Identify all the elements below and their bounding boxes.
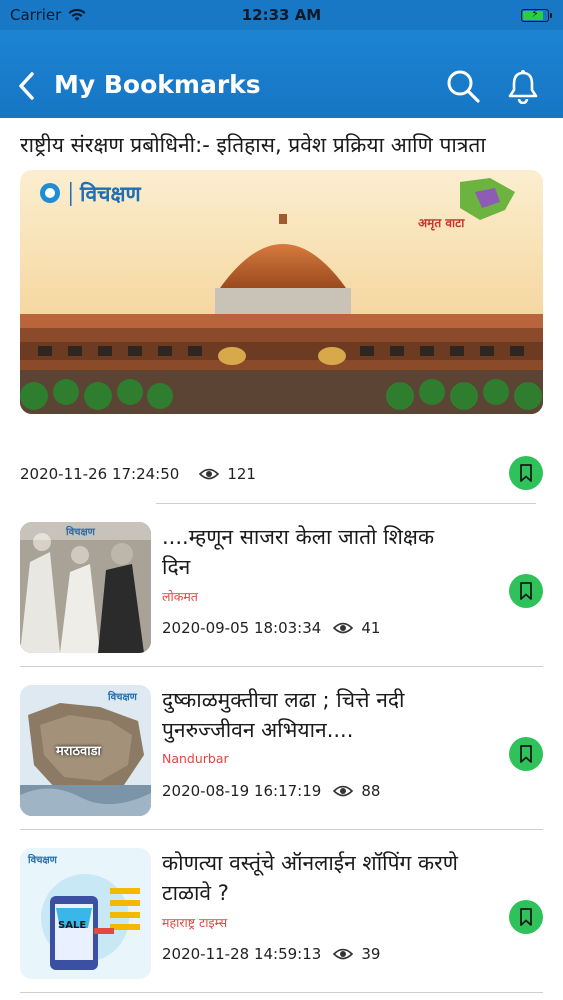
bookmark-icon	[520, 464, 532, 482]
status-left: Carrier	[10, 6, 87, 24]
divider	[20, 829, 543, 830]
bookmark-icon	[520, 745, 532, 763]
item-timestamp: 2020-09-05 18:03:34	[162, 619, 322, 637]
thumb-brand: विचक्षण	[108, 692, 137, 703]
eye-icon	[333, 785, 354, 797]
divider	[20, 992, 543, 993]
item-timestamp: 2020-11-28 14:59:13	[162, 945, 322, 963]
bookmark-button[interactable]	[509, 900, 543, 934]
featured-bookmark[interactable]: राष्ट्रीय संरक्षण प्रबोधिनी:- इतिहास, प्…	[0, 118, 563, 414]
item-title: ....म्हणून साजरा केला जातो शिक्षक दिन	[162, 525, 435, 579]
bookmark-button[interactable]	[509, 456, 543, 490]
item-meta: 2020-09-05 18:03:34 41	[162, 619, 380, 637]
search-button[interactable]	[443, 66, 483, 106]
chevron-left-icon	[19, 72, 34, 100]
item-timestamp: 2020-08-19 16:17:19	[162, 782, 322, 800]
featured-title: राष्ट्रीय संरक्षण प्रबोधिनी:- इतिहास, प्…	[20, 133, 486, 157]
divider	[156, 503, 536, 504]
thumbnail-image: विचक्षण	[20, 522, 151, 653]
status-bar: Carrier 12:33 AM ⚡	[0, 0, 563, 30]
online-shopping-illustration	[20, 848, 151, 979]
teachers-day-photo	[20, 522, 151, 653]
thumb-brand: विचक्षण	[28, 855, 57, 866]
thumbnail-image: विचक्षण SALE	[20, 848, 151, 979]
item-source: लोकमत	[162, 589, 198, 604]
thumbnail-image: विचक्षण मराठवाडा	[20, 685, 151, 816]
list-item[interactable]: विचक्षण मराठवाडा दुष्काळमुक्तीचा लढा ; च…	[20, 685, 543, 817]
eye-icon	[333, 948, 354, 960]
item-source: महाराष्ट्र टाइम्स	[162, 915, 228, 930]
wifi-icon	[68, 8, 86, 21]
featured-views: 121	[227, 465, 256, 483]
banner-tagline: अमृत वाटा	[418, 216, 465, 230]
back-button[interactable]	[10, 68, 42, 104]
battery-icon: ⚡	[521, 6, 552, 22]
bookmark-button[interactable]	[509, 574, 543, 608]
item-views: 88	[361, 782, 381, 800]
bookmark-icon	[520, 582, 532, 600]
notifications-button[interactable]	[503, 66, 543, 106]
carrier-label: Carrier	[10, 6, 62, 24]
bookmark-list: राष्ट्रीय संरक्षण प्रबोधिनी:- इतिहास, प्…	[0, 118, 563, 993]
list-item[interactable]: विचक्षण SALE कोणत्या वस्तूंचे ऑनलाईन शॉप…	[20, 848, 543, 980]
thumb-label: मराठवाडा	[56, 744, 101, 759]
featured-meta: 2020-11-26 17:24:50 121	[20, 465, 256, 483]
item-meta: 2020-08-19 16:17:19 88	[162, 782, 380, 800]
item-views: 39	[361, 945, 381, 963]
banner-brand: विचक्षण	[80, 182, 141, 206]
item-source: Nandurbar	[162, 751, 229, 766]
search-icon	[447, 70, 480, 103]
item-views: 41	[361, 619, 381, 637]
bell-icon	[508, 70, 538, 104]
bookmark-button[interactable]	[509, 737, 543, 771]
item-meta: 2020-11-28 14:59:13 39	[162, 945, 380, 963]
divider	[20, 666, 543, 667]
thumb-brand: विचक्षण	[66, 527, 95, 538]
charging-bolt-icon: ⚡	[531, 6, 539, 20]
item-title: कोणत्या वस्तूंचे ऑनलाईन शॉपिंग करणे टाळा…	[162, 851, 458, 905]
eye-icon	[199, 468, 220, 480]
featured-timestamp: 2020-11-26 17:24:50	[20, 465, 180, 483]
bookmark-icon	[520, 908, 532, 926]
list-item[interactable]: विचक्षण ....म्हणून साजरा केला जातो शिक्ष…	[20, 522, 543, 654]
featured-image: विचक्षण अमृत वाटा	[20, 170, 543, 414]
item-title: दुष्काळमुक्तीचा लढा ; चित्ते नदी पुनरुज्…	[162, 688, 405, 742]
thumb-label: SALE	[58, 920, 87, 931]
page-title: My Bookmarks	[54, 70, 261, 99]
eye-icon	[333, 622, 354, 634]
nav-bar: My Bookmarks	[0, 30, 563, 118]
